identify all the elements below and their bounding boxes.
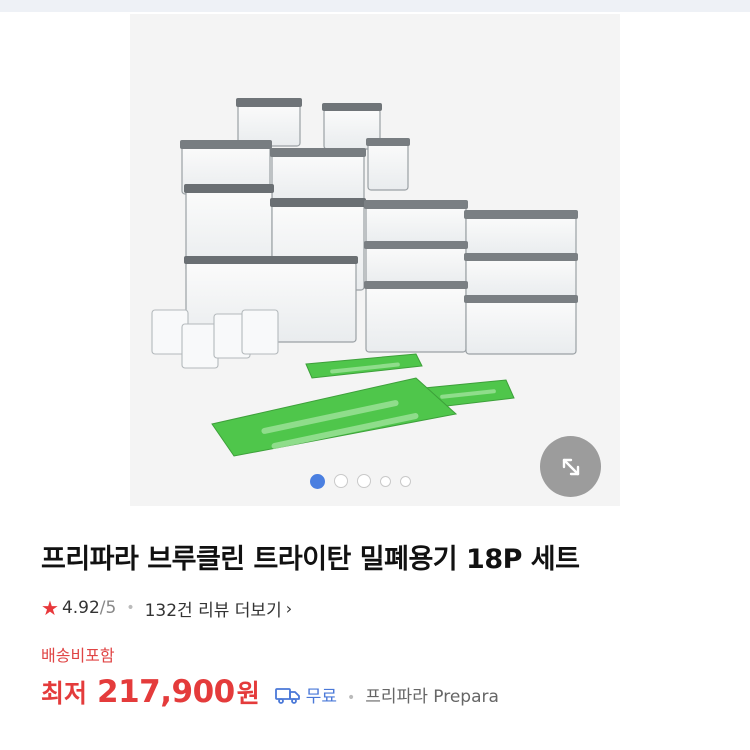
rating-score: 4.92: [61, 598, 100, 618]
chevron-right-icon[interactable]: ›: [286, 599, 292, 618]
review-more-link[interactable]: 132건 리뷰 더보기: [145, 596, 282, 621]
product-title: 프리파라 브루클린 트라이탄 밀폐용기 18P 세트: [41, 544, 580, 575]
product-photo[interactable]: [130, 14, 620, 506]
seller-name[interactable]: 프리파라 Prepara: [365, 682, 499, 707]
carousel-dot[interactable]: [400, 475, 411, 487]
carousel-dot-active[interactable]: [310, 473, 325, 489]
free-delivery-text: 무료: [305, 687, 338, 707]
shipping-included-label: 배송비포함: [41, 646, 115, 665]
expand-icon: [562, 458, 579, 475]
product-info: 프리파라 브루클린 트라이탄 밀폐용기 18P 세트 ★ 4.92 /5 • 1…: [41, 540, 731, 718]
separator-dot: •: [126, 600, 135, 616]
price-value: 217,900: [97, 674, 235, 710]
product-gallery[interactable]: [0, 12, 750, 510]
truck-icon: [274, 685, 302, 709]
carousel-indicators: [310, 473, 411, 489]
price-unit: 원: [236, 679, 260, 708]
star-icon: ★: [41, 596, 59, 620]
price-prefix: 최저: [41, 679, 88, 708]
expand-image-button[interactable]: [540, 436, 601, 497]
rating-row: ★ 4.92 /5 • 132건 리뷰 더보기 ›: [41, 594, 731, 622]
carousel-dot[interactable]: [357, 474, 371, 488]
price-row: 최저 217,900 원 무료 • 프리파라 Prepara: [41, 674, 731, 718]
rating-max: /5: [99, 598, 117, 618]
carousel-dot[interactable]: [380, 475, 391, 487]
carousel-dot[interactable]: [334, 474, 348, 488]
separator-dot: •: [347, 690, 356, 706]
